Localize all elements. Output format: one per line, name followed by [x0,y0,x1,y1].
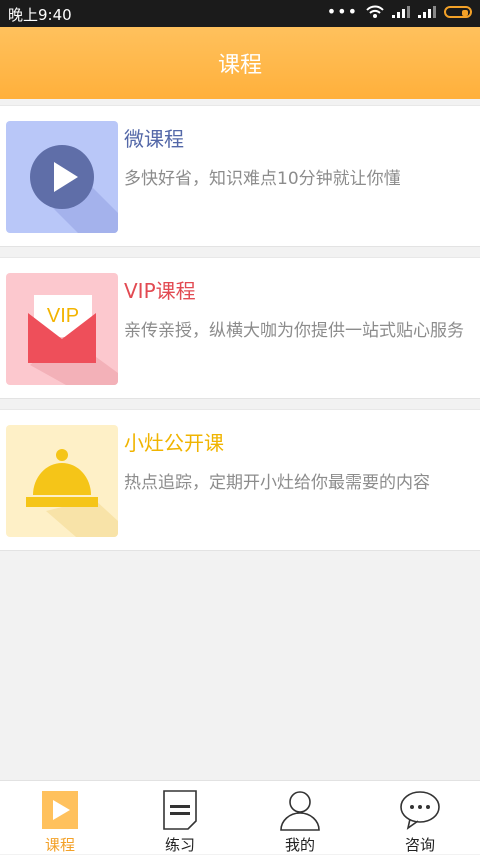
vip-label: VIP [47,305,79,327]
play-icon [42,791,78,829]
course-description: 亲传亲授，纵横大咖为你提供一站式贴心服务 [124,321,464,341]
app-header: 课程 [0,27,480,99]
tab-courses[interactable]: 课程 [0,781,120,854]
course-card-vip[interactable]: VIP VIP课程 亲传亲授，纵横大咖为你提供一站式贴心服务 [0,257,480,399]
status-icons: ••• [327,4,472,20]
bottom-tab-bar: 课程 练习 我的 咨询 [0,780,480,854]
page-title: 课程 [217,53,262,78]
status-time: 晚上9:40 [8,6,72,24]
play-icon [6,121,118,233]
battery-icon [444,6,472,18]
chat-bubble-icon [400,791,440,830]
service-bell-icon [6,425,118,537]
signal-icon-2 [418,6,436,18]
course-title: 微课程 [124,127,184,151]
course-card-micro[interactable]: 微课程 多快好省，知识难点10分钟就让你懂 [0,105,480,247]
tab-label: 咨询 [404,836,435,854]
signal-icon [392,6,410,18]
more-dots-icon: ••• [326,2,358,21]
course-card-open[interactable]: 小灶公开课 热点追踪，定期开小灶给你最需要的内容 [0,409,480,551]
tab-label: 课程 [44,836,75,854]
vip-envelope-icon: VIP [6,273,118,385]
tab-consult[interactable]: 咨询 [360,781,480,854]
tab-practice[interactable]: 练习 [120,781,240,854]
document-icon [163,790,197,830]
course-title: VIP课程 [124,279,196,303]
tab-label: 我的 [284,836,315,854]
wifi-icon [366,5,384,18]
course-description: 多快好省，知识难点10分钟就让你懂 [124,169,401,189]
tab-mine[interactable]: 我的 [240,781,360,854]
course-description: 热点追踪，定期开小灶给你最需要的内容 [124,473,430,493]
tab-label: 练习 [164,836,195,854]
course-list: 微课程 多快好省，知识难点10分钟就让你懂 VIP VIP课程 亲传亲授，纵横大… [0,105,480,561]
course-title: 小灶公开课 [124,431,224,455]
user-icon [280,791,320,831]
status-bar: 晚上9:40 ••• [0,0,480,27]
